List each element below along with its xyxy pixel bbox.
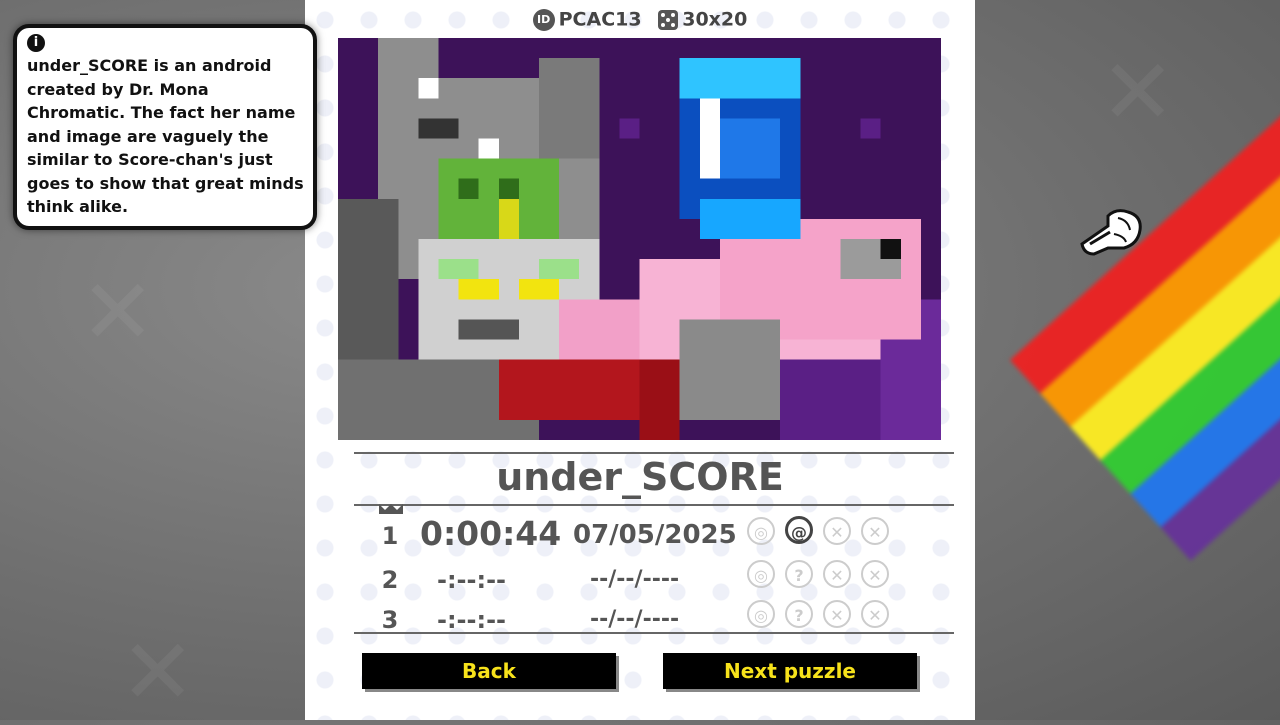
record-rank: 3 [381, 606, 399, 634]
divider [354, 504, 954, 506]
record-time: -:--:-- [437, 606, 506, 634]
hint-icon: ? [785, 600, 813, 628]
record-row-1: 1 0:00:44 07/05/2025 ◎ @ ✕ ✕ [375, 504, 915, 554]
record-date: 07/05/2025 [573, 520, 737, 550]
puzzle-result-panel: ID PCAC13 30x20 under_SCORE 1 0:00:44 07… [305, 0, 975, 720]
record-rank: 2 [381, 566, 399, 594]
mistake-icon: ✕ [823, 517, 851, 545]
target-icon: ◎ [747, 600, 775, 628]
hint-icon: ? [785, 560, 813, 588]
record-date: --/--/---- [590, 607, 680, 632]
record-rank: 1 [381, 522, 399, 550]
record-time: 0:00:44 [420, 514, 562, 553]
mistake-icon: ✕ [823, 560, 851, 588]
puzzle-header: ID PCAC13 30x20 [305, 8, 975, 31]
record-status-icons: ◎? ✕ ✕ [747, 600, 899, 628]
cross-icon: ✕ [861, 560, 889, 588]
pixel-art-image [338, 38, 941, 440]
info-tooltip: i under_SCORE is an android created by D… [13, 24, 317, 230]
info-icon: i [27, 34, 45, 52]
back-button[interactable]: Back [362, 653, 616, 689]
background-x-mark: ✕ [80, 260, 156, 365]
record-date: --/--/---- [590, 567, 680, 592]
puzzle-size: 30x20 [682, 8, 748, 31]
target-icon: ◎ [747, 560, 775, 588]
puzzle-title: under_SCORE [496, 455, 784, 499]
target-icon: ◎ [747, 517, 775, 545]
pixel-art-svg [338, 38, 941, 440]
puzzle-id: PCAC13 [558, 8, 642, 31]
cross-icon: ✕ [861, 600, 889, 628]
record-status-icons: ◎ @ ✕ ✕ [747, 516, 899, 545]
pointing-hand-cursor [1080, 209, 1142, 256]
next-puzzle-button[interactable]: Next puzzle [663, 653, 917, 689]
mistake-icon: ✕ [823, 600, 851, 628]
id-icon: ID [532, 8, 555, 31]
rainbow-decoration [975, 0, 1280, 720]
hint-icon: @ [785, 516, 813, 544]
info-text: under_SCORE is an android created by Dr.… [27, 56, 304, 216]
cross-icon: ✕ [861, 517, 889, 545]
divider [354, 452, 954, 454]
record-status-icons: ◎? ✕ ✕ [747, 560, 899, 588]
background-x-mark: ✕ [120, 620, 196, 725]
record-row-2: 2 -:--:-- --/--/---- ◎? ✕ ✕ [375, 558, 915, 598]
record-time: -:--:-- [437, 566, 506, 594]
divider [354, 632, 954, 634]
dice-icon [658, 9, 679, 30]
